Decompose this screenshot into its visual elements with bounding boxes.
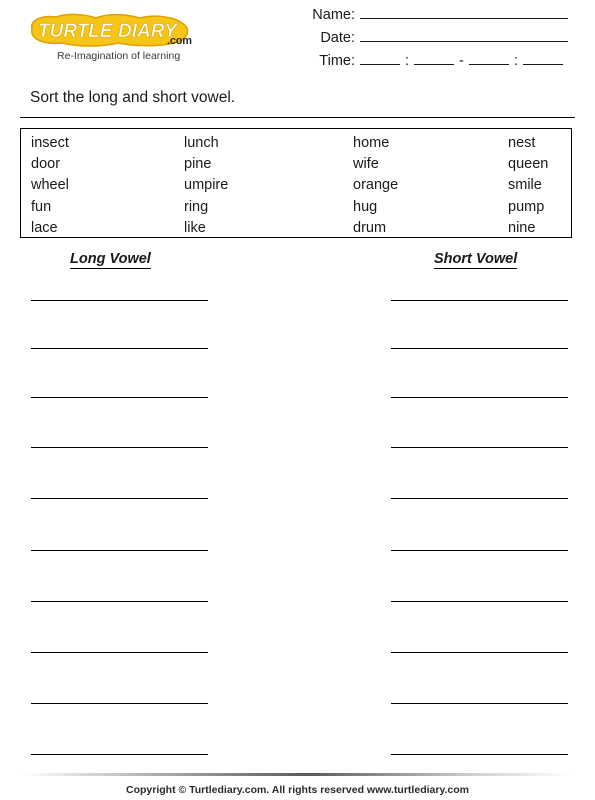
short-vowel-answer-line[interactable] xyxy=(391,300,568,301)
long-vowel-answer-line[interactable] xyxy=(31,652,208,653)
word-item: queen xyxy=(508,156,549,173)
long-vowel-answer-line[interactable] xyxy=(31,601,208,602)
word-item: orange xyxy=(353,177,399,194)
time-start-minute-line[interactable] xyxy=(414,52,455,65)
short-vowel-answer-line[interactable] xyxy=(391,703,568,704)
word-item: nest xyxy=(508,134,536,151)
long-vowel-answer-line[interactable] xyxy=(31,754,208,755)
word-item: insect xyxy=(31,134,69,151)
copyright-footer: Copyright © Turtlediary.com. All rights … xyxy=(125,784,470,796)
word-item: door xyxy=(31,156,61,173)
short-vowel-heading: Short Vowel xyxy=(434,251,518,269)
short-vowel-answer-line[interactable] xyxy=(391,754,568,755)
short-vowel-answer-line[interactable] xyxy=(391,550,568,551)
time-end-minute-line[interactable] xyxy=(522,52,563,65)
word-item: hug xyxy=(353,198,378,215)
turtle-diary-logo[interactable]: TURTLE DIARY .com Re-Imagination of lear… xyxy=(22,12,212,64)
student-info-fields: Name: Date: Time: : - : xyxy=(300,6,590,75)
word-item: pine xyxy=(184,156,212,173)
long-vowel-answer-line[interactable] xyxy=(31,703,208,704)
word-item: like xyxy=(184,220,206,237)
time-separator-3: : xyxy=(513,53,518,69)
short-vowel-answer-line[interactable] xyxy=(391,652,568,653)
long-vowel-answer-line[interactable] xyxy=(31,348,208,349)
long-vowel-answer-line[interactable] xyxy=(31,447,208,448)
word-item: pump xyxy=(508,198,545,215)
long-vowel-heading: Long Vowel xyxy=(70,251,151,269)
word-bank-box: insect lunch home nest door pine wife qu… xyxy=(20,128,572,238)
long-vowel-answer-line[interactable] xyxy=(31,550,208,551)
time-field-row: Time: : - : xyxy=(300,52,590,75)
word-bank-row: wheel umpire orange smile xyxy=(21,175,571,196)
word-item: lunch xyxy=(184,134,219,151)
word-item: umpire xyxy=(184,177,229,194)
word-bank-grid: insect lunch home nest door pine wife qu… xyxy=(21,129,571,237)
word-bank-row: door pine wife queen xyxy=(21,153,571,174)
instruction-text: Sort the long and short vowel. xyxy=(30,89,236,106)
word-bank-row: fun ring hug pump xyxy=(21,196,571,217)
word-item: ring xyxy=(184,198,209,215)
page-header: TURTLE DIARY .com Re-Imagination of lear… xyxy=(0,0,595,82)
word-item: nine xyxy=(508,220,536,237)
word-item: lace xyxy=(31,220,58,237)
name-label: Name: xyxy=(312,7,355,23)
word-bank-row: lace like drum nine xyxy=(21,218,571,239)
long-vowel-answer-line[interactable] xyxy=(31,498,208,499)
short-vowel-answer-line[interactable] xyxy=(391,447,568,448)
word-item: home xyxy=(353,134,390,151)
word-item: wife xyxy=(353,156,379,173)
short-vowel-answer-line[interactable] xyxy=(391,498,568,499)
time-separator-1: : xyxy=(405,53,410,69)
instruction-divider xyxy=(20,117,575,118)
name-input-line[interactable] xyxy=(360,6,568,19)
short-vowel-answer-line[interactable] xyxy=(391,397,568,398)
short-vowel-answer-line[interactable] xyxy=(391,348,568,349)
long-vowel-answer-line[interactable] xyxy=(31,300,208,301)
word-item: smile xyxy=(508,177,542,194)
word-item: fun xyxy=(31,198,52,215)
short-vowel-answer-line[interactable] xyxy=(391,601,568,602)
time-start-hour-line[interactable] xyxy=(360,52,400,65)
date-field-row: Date: xyxy=(300,29,590,52)
word-item: drum xyxy=(353,220,387,237)
date-label: Date: xyxy=(320,30,355,46)
footer-divider xyxy=(22,773,573,776)
svg-text:TURTLE: TURTLE xyxy=(38,21,114,42)
long-vowel-answer-line[interactable] xyxy=(31,397,208,398)
time-label: Time: xyxy=(319,53,355,69)
logo-tagline: Re-Imagination of learning xyxy=(57,50,181,62)
word-item: wheel xyxy=(31,177,69,194)
word-bank-row: insect lunch home nest xyxy=(21,132,571,153)
time-separator-2: - xyxy=(459,53,464,69)
time-end-hour-line[interactable] xyxy=(468,52,509,65)
logo-dotcom-text: .com xyxy=(167,35,192,47)
date-input-line[interactable] xyxy=(360,29,568,42)
name-field-row: Name: xyxy=(300,6,590,29)
